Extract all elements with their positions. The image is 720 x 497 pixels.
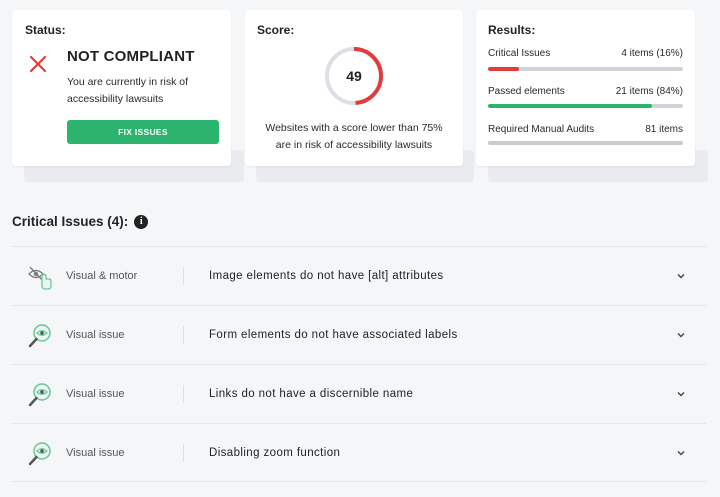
compliance-status-text: You are currently in risk of accessibili… [67,76,189,105]
issue-row[interactable]: Visual issue Disabling zoom function [12,423,706,482]
issue-category: Visual issue [66,329,125,341]
divider [183,444,184,462]
issue-category: Visual issue [66,446,125,459]
status-card: Status: NOT COMPLIANT You are currently … [12,10,231,166]
result-bar-manual [488,141,683,145]
issue-description: Form elements do not have associated lab… [209,329,458,341]
divider [183,326,184,344]
divider [183,385,184,403]
issue-category: Visual issue [66,388,125,400]
critical-issues-title: Critical Issues (4): i [12,214,149,229]
result-value-passed: 21 items (84%) [615,86,683,97]
issue-description: Links do not have a discernible name [209,388,414,400]
magnifier-eye-icon [28,442,51,466]
result-label-passed: Passed elements [488,86,565,97]
result-bar-fill-critical [488,67,520,71]
score-description: Websites with a score lower than 75% are… [265,122,443,151]
chevron-down-icon[interactable] [676,330,686,340]
result-bar-fill-passed [488,104,652,108]
results-heading: Results: [488,23,536,37]
eye-hand-icon [28,266,52,290]
result-label-manual: Required Manual Audits [488,124,595,135]
result-label-critical: Critical Issues [488,48,551,59]
compliance-status-title: NOT COMPLIANT [67,48,195,65]
issue-description: Disabling zoom function [209,446,341,459]
result-value-manual: 81 items [645,124,683,135]
fix-issues-button[interactable]: FIX ISSUES [67,120,219,144]
issue-list: Visual & motor Image elements do not hav… [12,246,706,482]
close-icon [29,55,47,73]
issue-row[interactable]: Visual & motor Image elements do not hav… [12,246,706,305]
score-value: 49 [346,68,362,84]
issue-row[interactable]: Visual issue Form elements do not have a… [12,305,706,364]
score-heading: Score: [257,23,295,37]
result-bar-critical [488,67,683,71]
divider [183,267,184,285]
magnifier-eye-icon [28,324,51,348]
info-icon[interactable]: i [134,214,149,229]
issue-category: Visual & motor [66,270,138,282]
chevron-down-icon[interactable] [676,389,686,399]
result-bar-fill-manual [488,141,683,145]
results-card: Results: Critical Issues 4 items (16%) P… [476,10,695,166]
chevron-down-icon[interactable] [676,271,686,281]
result-value-critical: 4 items (16%) [621,48,683,59]
result-bar-passed [488,104,683,108]
issue-row[interactable]: Visual issue Links do not have a discern… [12,364,706,423]
issue-description: Image elements do not have [alt] attribu… [209,270,444,282]
status-heading: Status: [25,23,66,37]
score-card: Score: 49 Websites with a score lower th… [245,10,463,166]
magnifier-eye-icon [28,383,51,407]
critical-issues-label: Critical Issues (4): [12,214,129,229]
chevron-down-icon[interactable] [676,448,686,458]
